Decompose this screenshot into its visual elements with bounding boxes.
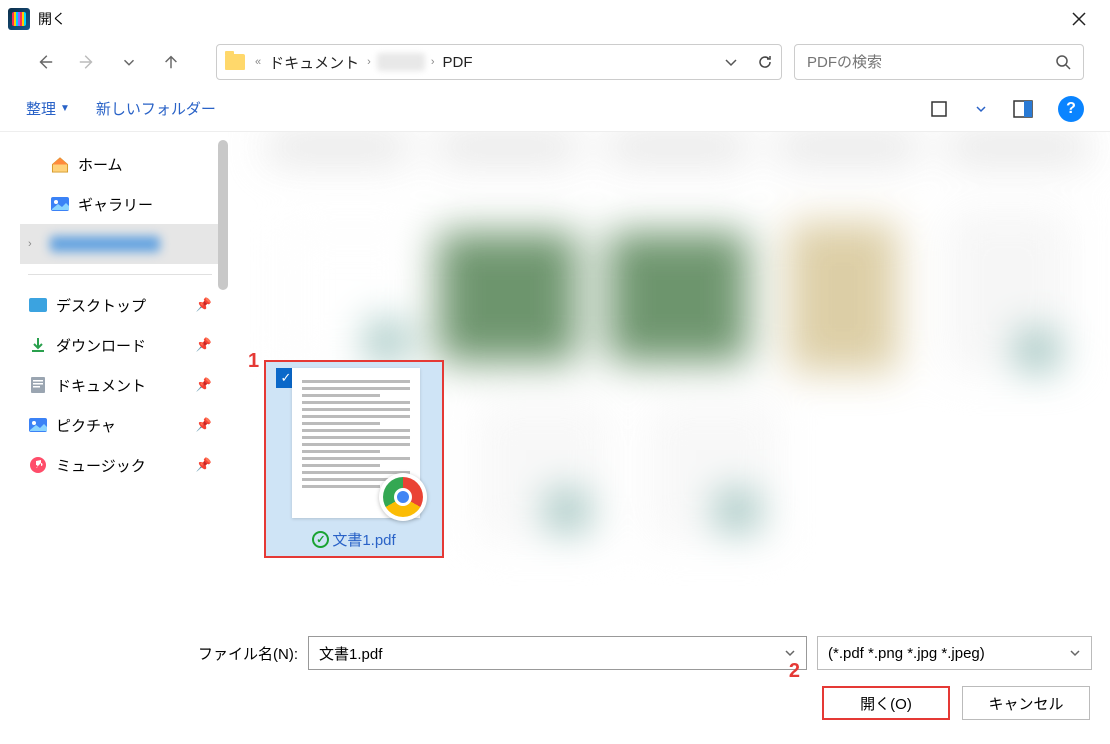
desktop-icon	[28, 296, 48, 314]
caret-down-icon	[976, 104, 986, 114]
view-mode-button[interactable]	[924, 95, 954, 123]
sidebar-item-redacted[interactable]: ›	[20, 224, 220, 264]
chevron-right-icon: ›	[363, 56, 375, 68]
search-input[interactable]	[807, 54, 1055, 71]
sidebar-desktop-label: デスクトップ	[56, 295, 146, 316]
cancel-button[interactable]: キャンセル	[962, 686, 1090, 720]
filename-field-label: ファイル名(N):	[198, 643, 298, 664]
preview-pane-icon	[1013, 100, 1033, 118]
help-icon: ?	[1066, 100, 1076, 118]
sidebar: ホーム ギャラリー › デスクトップ 📌 ダウンロード 📌 ドキュメント 📌	[0, 132, 228, 622]
sidebar-gallery-label: ギャラリー	[78, 194, 153, 215]
sidebar-home-label: ホーム	[78, 154, 123, 175]
chevron-down-icon	[784, 647, 796, 659]
file-name-label: ✓ 文書1.pdf	[266, 529, 442, 550]
pictures-icon	[28, 416, 48, 434]
main-area: ホーム ギャラリー › デスクトップ 📌 ダウンロード 📌 ドキュメント 📌	[0, 132, 1110, 622]
close-button[interactable]	[1056, 0, 1102, 38]
gallery-icon	[50, 195, 70, 213]
download-icon	[28, 336, 48, 354]
preview-pane-button[interactable]	[1008, 95, 1038, 123]
sidebar-item-home[interactable]: ホーム	[20, 144, 220, 184]
sidebar-separator	[28, 274, 212, 275]
sidebar-documents-label: ドキュメント	[56, 375, 146, 396]
arrow-up-icon	[162, 53, 180, 71]
sidebar-item-documents[interactable]: ドキュメント 📌	[20, 365, 220, 405]
square-icon	[930, 100, 948, 118]
crumb-documents[interactable]: ドキュメント	[265, 52, 363, 73]
chrome-icon	[379, 473, 427, 521]
annotation-2: 2	[789, 660, 800, 683]
search-icon	[1055, 54, 1071, 70]
redacted-label	[50, 236, 160, 252]
title-bar: 開く	[0, 0, 1110, 38]
organize-label: 整理	[26, 98, 56, 119]
app-icon	[8, 8, 30, 30]
sidebar-item-music[interactable]: ミュージック 📌	[20, 445, 220, 485]
organize-menu[interactable]: 整理 ▼	[26, 98, 70, 119]
up-button[interactable]	[156, 47, 186, 77]
filter-value: (*.pdf *.png *.jpg *.jpeg)	[828, 645, 985, 662]
filename-value: 文書1.pdf	[319, 643, 382, 664]
address-bar[interactable]: « ドキュメント › › PDF	[216, 44, 782, 80]
folder-icon	[225, 54, 245, 70]
back-button[interactable]	[30, 47, 60, 77]
chevron-right-icon: ›	[427, 56, 439, 68]
bottom-bar: ファイル名(N): 文書1.pdf (*.pdf *.png *.jpg *.j…	[0, 622, 1110, 738]
forward-button[interactable]	[72, 47, 102, 77]
chevron-down-icon	[1069, 647, 1081, 659]
help-button[interactable]: ?	[1058, 96, 1084, 122]
chevron-right-icon: ›	[28, 238, 42, 250]
filename-input[interactable]: 文書1.pdf	[308, 636, 807, 670]
pin-icon: 📌	[196, 457, 212, 473]
organize-bar: 整理 ▼ 新しいフォルダー ?	[0, 86, 1110, 132]
sidebar-item-pictures[interactable]: ピクチャ 📌	[20, 405, 220, 445]
music-icon	[28, 456, 48, 474]
home-icon	[50, 155, 70, 173]
pin-icon: 📌	[196, 297, 212, 313]
sidebar-pictures-label: ピクチャ	[56, 415, 116, 436]
arrow-left-icon	[36, 53, 54, 71]
annotation-1: 1	[248, 350, 259, 373]
sidebar-music-label: ミュージック	[56, 455, 146, 476]
chevron-down-icon[interactable]	[723, 54, 739, 70]
new-folder-button[interactable]: 新しいフォルダー	[96, 98, 216, 119]
caret-down-icon: ▼	[60, 103, 70, 114]
sidebar-item-gallery[interactable]: ギャラリー	[20, 184, 220, 224]
crumb-pdf[interactable]: PDF	[438, 54, 476, 71]
document-icon	[28, 376, 48, 394]
crumb-redacted[interactable]	[377, 53, 425, 71]
file-type-filter[interactable]: (*.pdf *.png *.jpg *.jpeg)	[817, 636, 1092, 670]
recent-dropdown[interactable]	[114, 47, 144, 77]
crumb-prefix: «	[251, 56, 265, 68]
sync-ok-icon: ✓	[312, 531, 329, 548]
close-icon	[1072, 12, 1086, 26]
new-folder-label: 新しいフォルダー	[96, 98, 216, 119]
window-title: 開く	[38, 9, 66, 29]
pin-icon: 📌	[196, 417, 212, 433]
pin-icon: 📌	[196, 337, 212, 353]
chevron-down-icon	[120, 53, 138, 71]
open-button[interactable]: 開く(O)	[822, 686, 950, 720]
view-dropdown[interactable]	[974, 95, 988, 123]
sidebar-item-downloads[interactable]: ダウンロード 📌	[20, 325, 220, 365]
file-name-text: 文書1.pdf	[332, 529, 395, 550]
sidebar-downloads-label: ダウンロード	[56, 335, 146, 356]
nav-toolbar: « ドキュメント › › PDF	[0, 38, 1110, 86]
file-item-selected[interactable]: ✓ ✓ 文書1.pdf	[264, 360, 444, 558]
search-box[interactable]	[794, 44, 1084, 80]
arrow-right-icon	[78, 53, 96, 71]
sidebar-scrollbar[interactable]	[218, 140, 228, 290]
sidebar-item-desktop[interactable]: デスクトップ 📌	[20, 285, 220, 325]
pin-icon: 📌	[196, 377, 212, 393]
file-list-area[interactable]: 1 ✓ ✓ 文書1.pdf	[228, 132, 1110, 622]
refresh-icon[interactable]	[757, 54, 773, 70]
